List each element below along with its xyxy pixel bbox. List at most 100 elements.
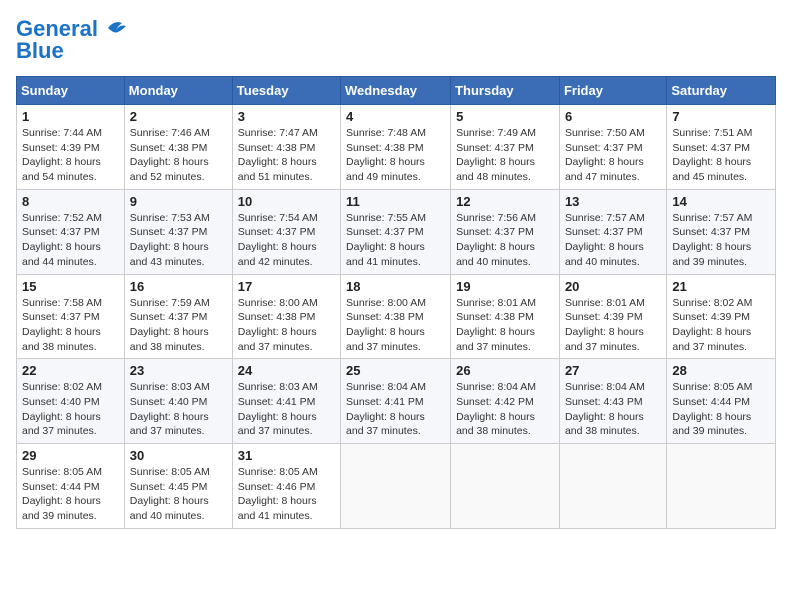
day-header-thursday: Thursday bbox=[451, 77, 560, 105]
calendar-cell-7: 7 Sunrise: 7:51 AM Sunset: 4:37 PM Daylig… bbox=[667, 105, 776, 190]
day-info: Sunrise: 8:04 AM Sunset: 4:43 PM Dayligh… bbox=[565, 380, 661, 439]
calendar-cell-5: 5 Sunrise: 7:49 AM Sunset: 4:37 PM Daylig… bbox=[451, 105, 560, 190]
calendar-header-row: SundayMondayTuesdayWednesdayThursdayFrid… bbox=[17, 77, 776, 105]
day-info: Sunrise: 8:05 AM Sunset: 4:44 PM Dayligh… bbox=[22, 465, 119, 524]
day-info: Sunrise: 7:46 AM Sunset: 4:38 PM Dayligh… bbox=[130, 126, 227, 185]
calendar-cell-26: 26Sunrise: 8:04 AM Sunset: 4:42 PM Dayli… bbox=[451, 359, 560, 444]
calendar-cell-8: 8 Sunrise: 7:52 AM Sunset: 4:37 PM Daylig… bbox=[17, 189, 125, 274]
day-number: 21 bbox=[672, 279, 770, 294]
day-number: 30 bbox=[130, 448, 227, 463]
day-number: 14 bbox=[672, 194, 770, 209]
calendar-cell-1: 1Sunrise: 7:44 AM Sunset: 4:39 PM Daylig… bbox=[17, 105, 125, 190]
day-number: 8 bbox=[22, 194, 119, 209]
day-number: 18 bbox=[346, 279, 445, 294]
day-header-tuesday: Tuesday bbox=[232, 77, 340, 105]
calendar-cell-17: 17 Sunrise: 8:00 AM Sunset: 4:38 PM Dayli… bbox=[232, 274, 340, 359]
day-number: 5 bbox=[456, 109, 554, 124]
calendar-cell-28: 28Sunrise: 8:05 AM Sunset: 4:44 PM Dayli… bbox=[667, 359, 776, 444]
calendar-cell-14: 14 Sunrise: 7:57 AM Sunset: 4:37 PM Dayli… bbox=[667, 189, 776, 274]
day-info: Sunrise: 7:51 AM Sunset: 4:37 PM Dayligh… bbox=[672, 126, 770, 185]
calendar-cell-3: 3Sunrise: 7:47 AM Sunset: 4:38 PM Daylig… bbox=[232, 105, 340, 190]
day-number: 17 bbox=[238, 279, 335, 294]
day-header-monday: Monday bbox=[124, 77, 232, 105]
logo-bird-icon bbox=[100, 18, 130, 40]
calendar-cell-22: 22 Sunrise: 8:02 AM Sunset: 4:40 PM Dayli… bbox=[17, 359, 125, 444]
calendar-cell-24: 24 Sunrise: 8:03 AM Sunset: 4:41 PM Dayli… bbox=[232, 359, 340, 444]
empty-cell bbox=[667, 444, 776, 529]
day-number: 25 bbox=[346, 363, 445, 378]
calendar-cell-4: 4Sunrise: 7:48 AM Sunset: 4:38 PM Daylig… bbox=[341, 105, 451, 190]
day-info: Sunrise: 7:49 AM Sunset: 4:37 PM Dayligh… bbox=[456, 126, 554, 185]
day-number: 31 bbox=[238, 448, 335, 463]
day-info: Sunrise: 7:54 AM Sunset: 4:37 PM Dayligh… bbox=[238, 211, 335, 270]
day-info: Sunrise: 8:00 AM Sunset: 4:38 PM Dayligh… bbox=[346, 296, 445, 355]
calendar-cell-30: 30 Sunrise: 8:05 AM Sunset: 4:45 PM Dayli… bbox=[124, 444, 232, 529]
day-number: 19 bbox=[456, 279, 554, 294]
calendar-cell-23: 23 Sunrise: 8:03 AM Sunset: 4:40 PM Dayli… bbox=[124, 359, 232, 444]
day-number: 10 bbox=[238, 194, 335, 209]
day-info: Sunrise: 8:05 AM Sunset: 4:45 PM Dayligh… bbox=[130, 465, 227, 524]
calendar-cell-27: 27 Sunrise: 8:04 AM Sunset: 4:43 PM Dayli… bbox=[559, 359, 666, 444]
logo: General Blue bbox=[16, 16, 130, 64]
calendar-week-5: 29 Sunrise: 8:05 AM Sunset: 4:44 PM Dayli… bbox=[17, 444, 776, 529]
day-info: Sunrise: 7:56 AM Sunset: 4:37 PM Dayligh… bbox=[456, 211, 554, 270]
day-number: 29 bbox=[22, 448, 119, 463]
calendar-cell-13: 13Sunrise: 7:57 AM Sunset: 4:37 PM Dayli… bbox=[559, 189, 666, 274]
day-info: Sunrise: 8:03 AM Sunset: 4:40 PM Dayligh… bbox=[130, 380, 227, 439]
day-info: Sunrise: 7:55 AM Sunset: 4:37 PM Dayligh… bbox=[346, 211, 445, 270]
day-number: 27 bbox=[565, 363, 661, 378]
day-info: Sunrise: 7:48 AM Sunset: 4:38 PM Dayligh… bbox=[346, 126, 445, 185]
day-info: Sunrise: 7:58 AM Sunset: 4:37 PM Dayligh… bbox=[22, 296, 119, 355]
calendar-week-4: 22 Sunrise: 8:02 AM Sunset: 4:40 PM Dayli… bbox=[17, 359, 776, 444]
day-header-friday: Friday bbox=[559, 77, 666, 105]
day-info: Sunrise: 8:00 AM Sunset: 4:38 PM Dayligh… bbox=[238, 296, 335, 355]
day-number: 9 bbox=[130, 194, 227, 209]
day-info: Sunrise: 7:57 AM Sunset: 4:37 PM Dayligh… bbox=[565, 211, 661, 270]
day-info: Sunrise: 8:05 AM Sunset: 4:46 PM Dayligh… bbox=[238, 465, 335, 524]
calendar-cell-2: 2Sunrise: 7:46 AM Sunset: 4:38 PM Daylig… bbox=[124, 105, 232, 190]
calendar-cell-20: 20 Sunrise: 8:01 AM Sunset: 4:39 PM Dayli… bbox=[559, 274, 666, 359]
day-header-wednesday: Wednesday bbox=[341, 77, 451, 105]
day-number: 15 bbox=[22, 279, 119, 294]
day-number: 20 bbox=[565, 279, 661, 294]
calendar-cell-29: 29 Sunrise: 8:05 AM Sunset: 4:44 PM Dayli… bbox=[17, 444, 125, 529]
day-number: 7 bbox=[672, 109, 770, 124]
day-number: 12 bbox=[456, 194, 554, 209]
day-number: 24 bbox=[238, 363, 335, 378]
calendar-cell-6: 6 Sunrise: 7:50 AM Sunset: 4:37 PM Daylig… bbox=[559, 105, 666, 190]
calendar-cell-12: 12 Sunrise: 7:56 AM Sunset: 4:37 PM Dayli… bbox=[451, 189, 560, 274]
day-info: Sunrise: 7:59 AM Sunset: 4:37 PM Dayligh… bbox=[130, 296, 227, 355]
empty-cell bbox=[451, 444, 560, 529]
calendar-cell-9: 9Sunrise: 7:53 AM Sunset: 4:37 PM Daylig… bbox=[124, 189, 232, 274]
calendar-cell-11: 11Sunrise: 7:55 AM Sunset: 4:37 PM Dayli… bbox=[341, 189, 451, 274]
day-info: Sunrise: 7:47 AM Sunset: 4:38 PM Dayligh… bbox=[238, 126, 335, 185]
calendar-table: SundayMondayTuesdayWednesdayThursdayFrid… bbox=[16, 76, 776, 529]
day-number: 6 bbox=[565, 109, 661, 124]
empty-cell bbox=[341, 444, 451, 529]
day-number: 22 bbox=[22, 363, 119, 378]
calendar-cell-19: 19 Sunrise: 8:01 AM Sunset: 4:38 PM Dayli… bbox=[451, 274, 560, 359]
calendar-cell-15: 15 Sunrise: 7:58 AM Sunset: 4:37 PM Dayli… bbox=[17, 274, 125, 359]
day-info: Sunrise: 7:52 AM Sunset: 4:37 PM Dayligh… bbox=[22, 211, 119, 270]
day-info: Sunrise: 8:02 AM Sunset: 4:40 PM Dayligh… bbox=[22, 380, 119, 439]
day-info: Sunrise: 8:01 AM Sunset: 4:38 PM Dayligh… bbox=[456, 296, 554, 355]
empty-cell bbox=[559, 444, 666, 529]
day-info: Sunrise: 7:57 AM Sunset: 4:37 PM Dayligh… bbox=[672, 211, 770, 270]
day-info: Sunrise: 8:02 AM Sunset: 4:39 PM Dayligh… bbox=[672, 296, 770, 355]
day-info: Sunrise: 7:50 AM Sunset: 4:37 PM Dayligh… bbox=[565, 126, 661, 185]
calendar-week-2: 8 Sunrise: 7:52 AM Sunset: 4:37 PM Daylig… bbox=[17, 189, 776, 274]
day-info: Sunrise: 7:44 AM Sunset: 4:39 PM Dayligh… bbox=[22, 126, 119, 185]
calendar-week-3: 15 Sunrise: 7:58 AM Sunset: 4:37 PM Dayli… bbox=[17, 274, 776, 359]
logo-text-blue: Blue bbox=[16, 38, 64, 64]
day-header-saturday: Saturday bbox=[667, 77, 776, 105]
day-info: Sunrise: 8:03 AM Sunset: 4:41 PM Dayligh… bbox=[238, 380, 335, 439]
day-info: Sunrise: 8:01 AM Sunset: 4:39 PM Dayligh… bbox=[565, 296, 661, 355]
calendar-cell-21: 21 Sunrise: 8:02 AM Sunset: 4:39 PM Dayli… bbox=[667, 274, 776, 359]
day-number: 23 bbox=[130, 363, 227, 378]
day-number: 16 bbox=[130, 279, 227, 294]
calendar-cell-10: 10 Sunrise: 7:54 AM Sunset: 4:37 PM Dayli… bbox=[232, 189, 340, 274]
day-number: 26 bbox=[456, 363, 554, 378]
page-header: General Blue bbox=[16, 16, 776, 64]
day-info: Sunrise: 8:05 AM Sunset: 4:44 PM Dayligh… bbox=[672, 380, 770, 439]
day-info: Sunrise: 8:04 AM Sunset: 4:41 PM Dayligh… bbox=[346, 380, 445, 439]
